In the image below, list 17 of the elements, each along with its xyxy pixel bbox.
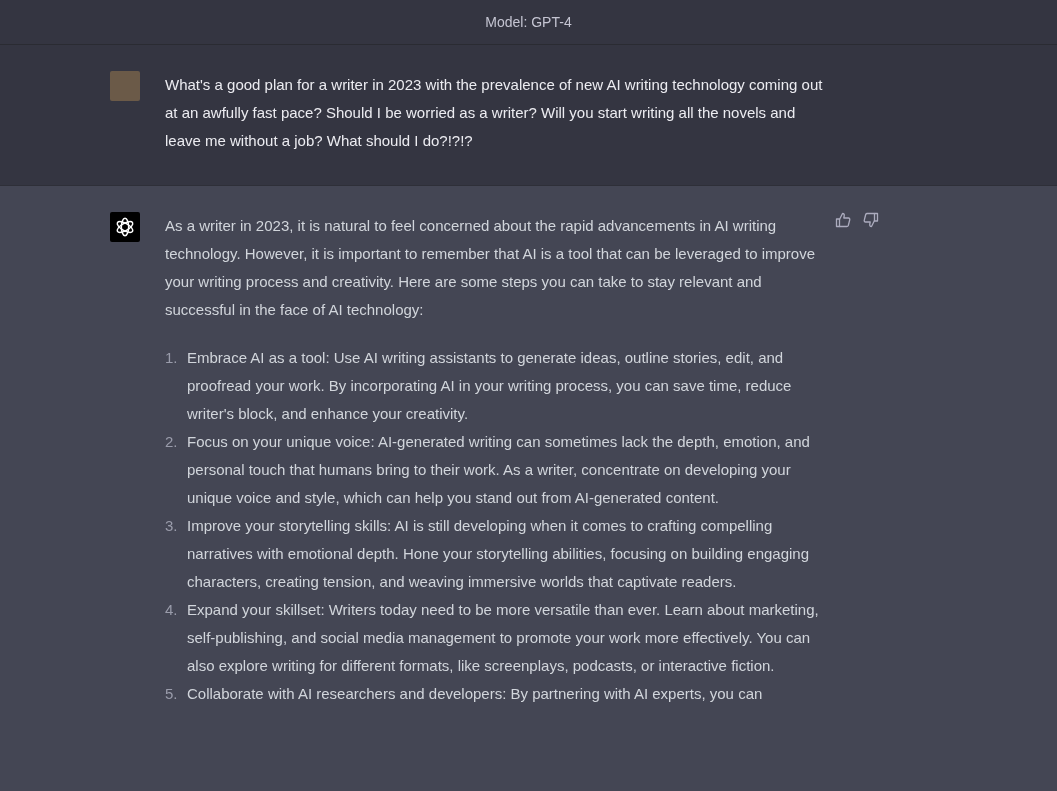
list-number: 4.	[165, 600, 179, 620]
list-item-text: Improve your storytelling skills: AI is still developing when it comes to crafting compelling narratives with emotional depth. Hone your storytelling abilities, focusing on building engaging characters, creating tension, and weaving immersive worlds that captivate readers.	[187, 516, 811, 592]
list-number: 5.	[165, 684, 179, 704]
model-label: Model: GPT-4	[485, 12, 572, 32]
list-item-text: Focus on your unique voice: AI-generated writing can sometimes lack the depth, emotion, and personal touch that humans bring to their work. As a writer, concentrate on developing your unique voice and style, which can help you stand out from AI-generated content.	[187, 432, 811, 508]
assistant-logo-icon	[110, 212, 140, 242]
list-number: 2.	[165, 432, 179, 452]
user-avatar-photo	[110, 71, 140, 101]
message-text: What's a good plan for a writer in 2023 with the prevalence of new AI writing technology coming out at an awfully fast pace? Should I be worried as a writer? Will you start writing all the novels and leave me without a job? What should I do?!?!?	[165, 75, 824, 151]
message-text: As a writer in 2023, it is natural to feel concerned about the rapid advancements in AI writing technology. However, it is important to remember that AI is a tool that can be leveraged to improve your writing process and creativity. Here are some steps you can take to stay relevant and successful in the face of AI technology:	[165, 216, 817, 320]
list-number: 3.	[165, 516, 179, 536]
thumbs-up-icon[interactable]	[835, 212, 851, 228]
list-item-text: Embrace AI as a tool: Use AI writing assistants to generate ideas, outline stories, edit, and proofread your work. By incorporating AI in your writing process, you can save time, reduce writer's block, and enhance your creativity.	[187, 348, 793, 424]
list-number: 1.	[165, 348, 179, 368]
list-item-text: Collaborate with AI researchers and developers: By partnering with AI experts, you can	[187, 684, 763, 704]
thumbs-down-icon[interactable]	[863, 212, 879, 228]
list-item-text: Expand your skillset: Writers today need to be more versatile than ever. Learn about marketing, self-publishing, and social media management to promote your work more effectively. You can also explore writing for different formats, like screenplays, podcasts, or interactive fiction.	[187, 600, 820, 676]
